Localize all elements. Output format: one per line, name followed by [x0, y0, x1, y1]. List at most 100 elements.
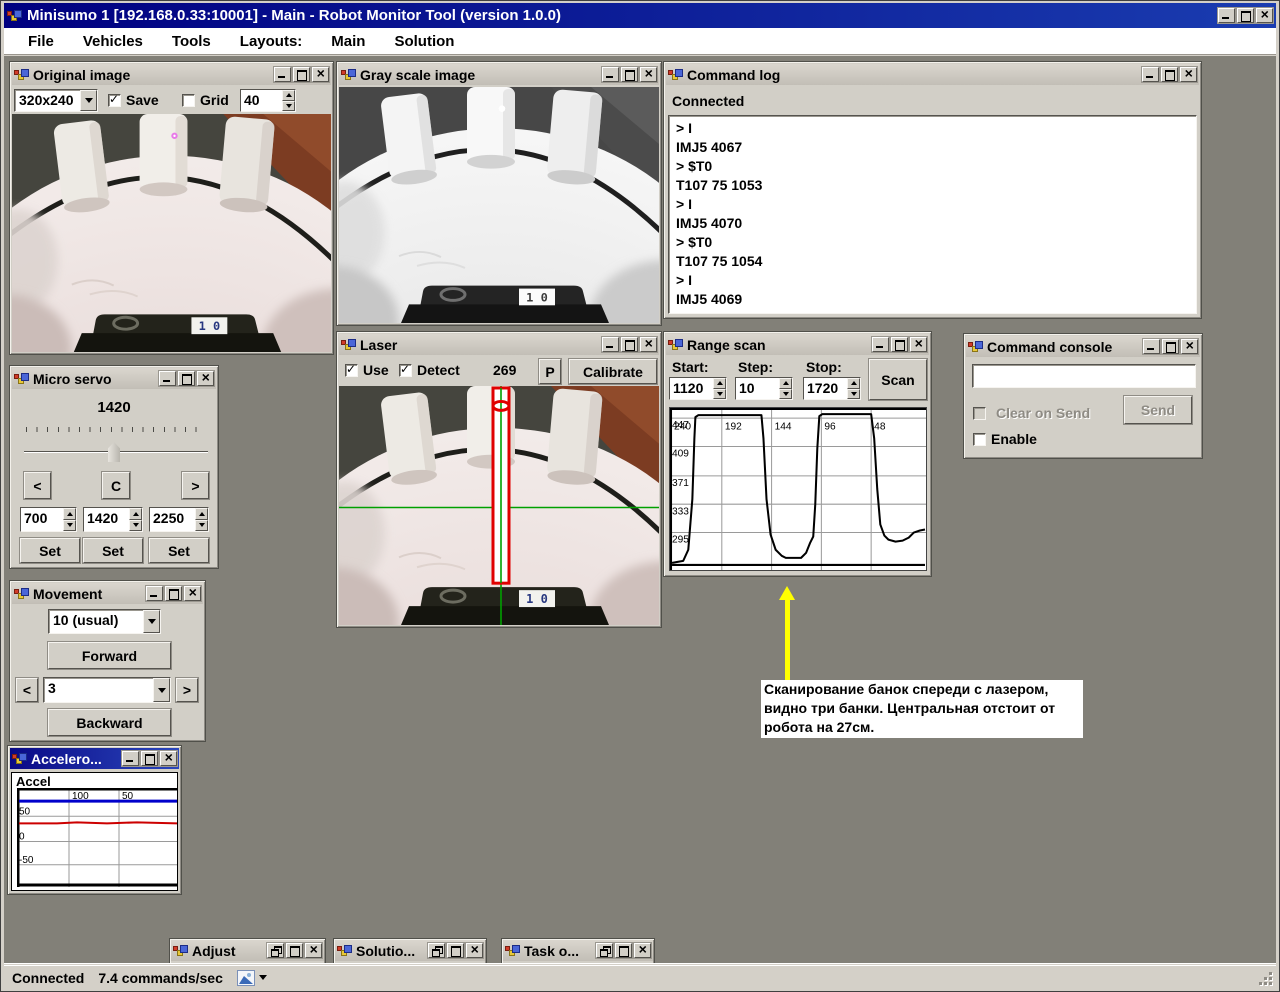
minimize-button[interactable]	[146, 586, 163, 601]
menu-tools[interactable]: Tools	[162, 31, 221, 52]
close-button[interactable]	[305, 943, 322, 958]
detect-checkbox[interactable]	[399, 364, 412, 377]
close-button[interactable]	[640, 67, 657, 82]
turn-left-button[interactable]: <	[16, 678, 38, 702]
adjust-titlebar[interactable]: Adjust	[171, 940, 324, 961]
image-icon[interactable]	[237, 970, 255, 986]
speed-dropdown[interactable]: 10 (usual)	[48, 609, 161, 634]
maximize-button[interactable]	[293, 67, 310, 82]
menu-layouts[interactable]: Layouts:	[230, 31, 313, 52]
command-log-titlebar[interactable]: Command log	[666, 64, 1199, 85]
menu-vehicles[interactable]: Vehicles	[73, 31, 153, 52]
dropdown-arrow-icon[interactable]	[143, 610, 160, 633]
grid-size-spinner[interactable]: 40	[240, 89, 296, 112]
restore-button[interactable]	[267, 943, 284, 958]
menu-solution[interactable]: Solution	[384, 31, 464, 52]
original-image-titlebar[interactable]: Original image	[12, 64, 331, 85]
movement-titlebar[interactable]: Movement	[12, 583, 203, 604]
servo-dec-button[interactable]: <	[24, 472, 51, 499]
micro-servo-titlebar[interactable]: Micro servo	[12, 368, 216, 389]
maximize-button[interactable]	[1162, 339, 1179, 354]
caret-down-icon[interactable]	[259, 975, 267, 980]
spin-up-button[interactable]	[847, 378, 860, 389]
servo-set-max-button[interactable]: Set	[149, 538, 209, 563]
spin-up-button[interactable]	[713, 378, 726, 389]
maximize-button[interactable]	[621, 67, 638, 82]
resize-grip[interactable]	[1259, 972, 1273, 986]
use-checkbox[interactable]	[345, 364, 358, 377]
minimize-button[interactable]	[1142, 67, 1159, 82]
close-button[interactable]	[197, 371, 214, 386]
resolution-dropdown[interactable]: 320x240	[14, 89, 98, 112]
spin-down-button[interactable]	[195, 520, 208, 532]
maximize-button[interactable]	[621, 337, 638, 352]
command-input[interactable]	[972, 364, 1196, 388]
close-button[interactable]	[640, 337, 657, 352]
maximize-button[interactable]	[286, 943, 303, 958]
close-button[interactable]	[1256, 8, 1273, 23]
dropdown-arrow-icon[interactable]	[80, 90, 97, 111]
maximize-button[interactable]	[615, 943, 632, 958]
steps-dropdown[interactable]: 3	[43, 677, 171, 703]
spin-down-button[interactable]	[779, 389, 792, 400]
minimize-button[interactable]	[274, 67, 291, 82]
restore-button[interactable]	[596, 943, 613, 958]
gray-scale-titlebar[interactable]: Gray scale image	[339, 64, 659, 85]
task-titlebar[interactable]: Task o...	[503, 940, 653, 961]
servo-slider-thumb[interactable]	[108, 442, 120, 462]
menu-main[interactable]: Main	[321, 31, 375, 52]
minimize-button[interactable]	[602, 67, 619, 82]
maximize-button[interactable]	[1237, 8, 1254, 23]
servo-mid-spinner[interactable]: 1420	[83, 507, 143, 532]
laser-camera-view[interactable]: 1 0	[339, 386, 659, 625]
servo-center-button[interactable]: C	[102, 472, 130, 499]
spin-down-button[interactable]	[847, 389, 860, 400]
servo-min-spinner[interactable]: 700	[20, 507, 77, 532]
dropdown-arrow-icon[interactable]	[153, 678, 170, 702]
maximize-button[interactable]	[141, 751, 158, 766]
servo-set-mid-button[interactable]: Set	[83, 538, 143, 563]
spin-down-button[interactable]	[713, 389, 726, 400]
minimize-button[interactable]	[602, 337, 619, 352]
minimize-button[interactable]	[1218, 8, 1235, 23]
calibrate-button[interactable]: Calibrate	[569, 359, 657, 384]
spin-down-button[interactable]	[63, 520, 76, 532]
spin-up-button[interactable]	[63, 508, 76, 520]
range-scan-titlebar[interactable]: Range scan	[666, 334, 929, 355]
spin-up-button[interactable]	[129, 508, 142, 520]
restore-button[interactable]	[428, 943, 445, 958]
minimize-button[interactable]	[122, 751, 139, 766]
maximize-button[interactable]	[447, 943, 464, 958]
spin-down-button[interactable]	[129, 520, 142, 532]
forward-button[interactable]: Forward	[48, 642, 171, 669]
spin-down-button[interactable]	[282, 101, 295, 112]
minimize-button[interactable]	[872, 337, 889, 352]
close-button[interactable]	[312, 67, 329, 82]
minimize-button[interactable]	[159, 371, 176, 386]
close-button[interactable]	[160, 751, 177, 766]
accelerometer-titlebar[interactable]: Accelero...	[10, 748, 179, 769]
servo-inc-button[interactable]: >	[182, 472, 209, 499]
command-log-list[interactable]: > IIMJ5 4067> $T0T107 75 1053> IIMJ5 407…	[668, 115, 1197, 314]
servo-set-min-button[interactable]: Set	[20, 538, 80, 563]
scan-button[interactable]: Scan	[869, 359, 927, 400]
spin-up-button[interactable]	[779, 378, 792, 389]
p-button[interactable]: P	[539, 359, 561, 384]
start-spinner[interactable]: 1120	[669, 377, 727, 400]
enable-checkbox[interactable]	[973, 433, 986, 446]
step-spinner[interactable]: 10	[735, 377, 793, 400]
grid-checkbox[interactable]	[182, 94, 195, 107]
main-titlebar[interactable]: Minisumo 1 [192.168.0.33:10001] - Main -…	[4, 3, 1276, 28]
maximize-button[interactable]	[1161, 67, 1178, 82]
close-button[interactable]	[910, 337, 927, 352]
maximize-button[interactable]	[891, 337, 908, 352]
close-button[interactable]	[184, 586, 201, 601]
laser-titlebar[interactable]: Laser	[339, 334, 659, 355]
close-button[interactable]	[1181, 339, 1198, 354]
menu-file[interactable]: File	[18, 31, 64, 52]
minimize-button[interactable]	[1143, 339, 1160, 354]
maximize-button[interactable]	[165, 586, 182, 601]
solution-titlebar[interactable]: Solutio...	[335, 940, 485, 961]
spin-up-button[interactable]	[282, 90, 295, 101]
close-button[interactable]	[1180, 67, 1197, 82]
